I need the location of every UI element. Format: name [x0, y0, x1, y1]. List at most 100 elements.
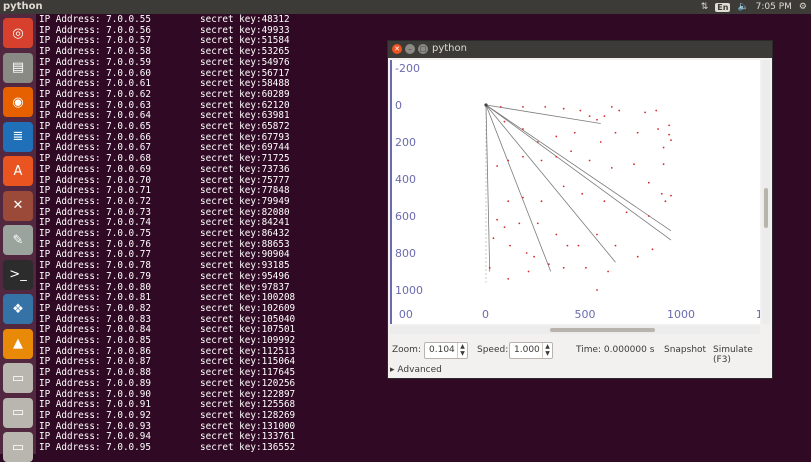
secret-key-text: secret key:54976	[200, 56, 290, 68]
network-node	[488, 266, 491, 269]
network-node	[596, 289, 598, 291]
ip-address-text: IP Address: 7.0.0.68	[39, 153, 151, 165]
terminal-line: IP Address: 7.0.0.82 secret key:102609	[39, 303, 295, 314]
ip-address-text: IP Address: 7.0.0.95	[39, 442, 151, 453]
network-node	[603, 200, 606, 203]
terminal-line: IP Address: 7.0.0.56 secret key:49933	[39, 25, 290, 36]
simulate-button[interactable]: Simulate (F3)	[713, 345, 772, 365]
secret-key-text: secret key:100208	[200, 292, 296, 304]
terminal-icon[interactable]: >_	[3, 259, 33, 290]
y-tick-label: 400	[395, 173, 416, 186]
secret-key-text: secret key:112513	[200, 345, 296, 357]
files-icon[interactable]: ▤	[3, 52, 33, 83]
snapshot-button[interactable]: Snapshot	[664, 345, 706, 355]
window-titlebar[interactable]: ✕ – □ python	[388, 41, 772, 58]
secret-key-text: secret key:82080	[200, 206, 290, 218]
software-center-icon[interactable]: A	[3, 156, 33, 186]
speed-value: 1.000	[514, 345, 540, 355]
zoom-spinbox[interactable]: 0.104 ▲ ▼	[424, 342, 468, 359]
text-editor-icon[interactable]: ✎	[3, 225, 33, 255]
network-node	[503, 226, 506, 229]
network-node	[533, 255, 535, 258]
vlc-icon[interactable]: ▲	[3, 328, 33, 359]
network-node	[573, 131, 576, 134]
network-link	[485, 104, 601, 124]
ubuntu-dash-icon[interactable]: ◎	[3, 18, 33, 48]
drive-icon-1[interactable]: ▭	[3, 363, 33, 393]
network-link	[485, 104, 672, 232]
settings-gear-icon[interactable]: ⚙	[799, 2, 807, 12]
terminal-line: IP Address: 7.0.0.65 secret key:65872	[39, 121, 290, 132]
ip-address-text: IP Address: 7.0.0.72	[39, 195, 151, 207]
drive-icon-2[interactable]: ▭	[3, 397, 33, 428]
writer-icon[interactable]: ≣	[3, 121, 33, 152]
network-node	[662, 146, 665, 149]
keyboard-lang-icon[interactable]: En	[715, 2, 731, 12]
terminal-line: IP Address: 7.0.0.77 secret key:90904	[39, 249, 290, 260]
maximize-icon[interactable]: □	[418, 44, 428, 54]
terminal-line: IP Address: 7.0.0.72 secret key:79949	[39, 195, 290, 207]
network-node	[536, 141, 539, 143]
zoom-label: Zoom:	[392, 345, 421, 355]
x-tick-label: 0	[482, 308, 489, 321]
secret-key-text: secret key:136552	[200, 442, 296, 453]
ubuntu-dash-icon-glyph: ◎	[12, 25, 24, 41]
volume-icon[interactable]: 🔈	[737, 2, 748, 12]
network-node	[548, 263, 550, 265]
zoom-stepper-icon[interactable]: ▲ ▼	[457, 343, 467, 358]
clock[interactable]: 7:05 PM	[756, 2, 792, 12]
minimize-icon[interactable]: –	[405, 44, 415, 54]
secret-key-text: secret key:125568	[200, 399, 296, 411]
network-node	[562, 185, 565, 188]
terminal-line: IP Address: 7.0.0.92 secret key:128269	[39, 409, 295, 421]
horizontal-scrollbar[interactable]	[390, 326, 760, 334]
network-node	[522, 128, 524, 130]
secret-key-text: secret key:58488	[200, 78, 290, 90]
window-title: python	[432, 43, 467, 54]
ip-address-text: IP Address: 7.0.0.61	[39, 78, 151, 90]
network-node	[633, 163, 635, 166]
terminal-line: IP Address: 7.0.0.63 secret key:62120	[39, 100, 290, 111]
network-plot[interactable]: -20002004006008001000000500100015	[390, 60, 760, 324]
ip-address-text: IP Address: 7.0.0.73	[39, 206, 151, 218]
secret-key-text: secret key:109992	[200, 335, 296, 346]
secret-key-text: secret key:63981	[200, 110, 290, 122]
network-arrows-icon[interactable]: ⇅	[701, 2, 709, 12]
simulation-canvas[interactable]: -20002004006008001000000500100015	[390, 60, 760, 324]
files-icon-glyph: ▤	[11, 60, 25, 75]
ip-address-text: IP Address: 7.0.0.91	[39, 399, 151, 411]
ip-address-text: IP Address: 7.0.0.58	[39, 46, 151, 58]
network-node	[525, 252, 528, 254]
close-icon[interactable]: ✕	[392, 44, 402, 54]
x-tick-label: 500	[575, 308, 596, 321]
expander-arrow-icon[interactable]: ▸	[390, 365, 395, 375]
terminal-line: IP Address: 7.0.0.68 secret key:71725	[39, 153, 290, 165]
vertical-scrollbar[interactable]	[762, 60, 770, 324]
vertical-scroll-thumb[interactable]	[764, 188, 768, 228]
horizontal-scroll-thumb[interactable]	[550, 328, 655, 332]
speed-spinbox[interactable]: 1.000 ▲ ▼	[509, 342, 553, 359]
network-node	[614, 244, 617, 247]
terminal-line: IP Address: 7.0.0.90 secret key:122897	[39, 389, 295, 400]
terminal-line: IP Address: 7.0.0.85 secret key:109992	[39, 335, 295, 346]
network-node	[496, 218, 498, 221]
network-node	[555, 155, 558, 158]
sim-time: Time: 0.000000 s	[576, 345, 655, 355]
x-tick-label: 00	[399, 308, 413, 321]
ip-address-text: IP Address: 7.0.0.79	[39, 270, 151, 282]
ip-address-text: IP Address: 7.0.0.92	[39, 409, 151, 421]
system-settings-icon[interactable]: ✕	[3, 190, 33, 221]
firefox-icon[interactable]: ◉	[3, 87, 33, 117]
y-tick-label: -200	[395, 62, 420, 75]
network-node	[657, 128, 659, 130]
speed-stepper-icon[interactable]: ▲ ▼	[542, 343, 552, 358]
advanced-expander[interactable]: ▸ Advanced	[390, 365, 442, 375]
python-icon[interactable]: ❖	[3, 294, 33, 324]
terminal-line: IP Address: 7.0.0.67 secret key:69744	[39, 142, 290, 153]
drive-icon-3[interactable]: ▭	[3, 432, 33, 462]
ip-address-text: IP Address: 7.0.0.81	[39, 292, 151, 304]
network-node	[662, 163, 665, 166]
ip-address-text: IP Address: 7.0.0.87	[39, 356, 151, 368]
network-node	[562, 107, 565, 110]
terminal-line: IP Address: 7.0.0.84 secret key:107501	[39, 324, 295, 335]
